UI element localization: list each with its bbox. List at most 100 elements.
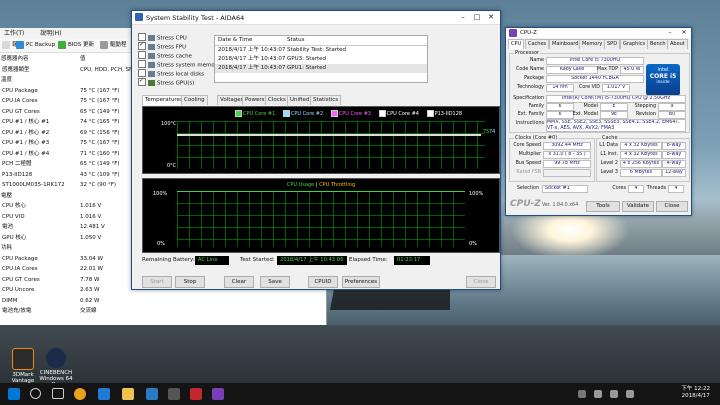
legend-checkbox[interactable] <box>282 110 290 117</box>
start-button[interactable]: Start <box>142 276 172 288</box>
minimize-icon[interactable]: – <box>456 12 470 22</box>
log-datetime: 2018/4/17 上午 10:43:07 <box>218 47 286 53</box>
checkbox-box[interactable] <box>138 33 146 41</box>
windows-start-icon[interactable] <box>8 388 20 400</box>
chrome-icon[interactable] <box>74 388 86 400</box>
search-icon[interactable] <box>30 388 41 399</box>
sensor-name: CPU Package <box>2 255 38 262</box>
legend-checkbox[interactable] <box>426 110 434 117</box>
codename-value: Kaby Lake <box>546 66 598 74</box>
stress-disks-checkbox[interactable]: Stress local disks <box>138 69 204 78</box>
clock[interactable]: 下午 12:22 2018/4/17 <box>681 386 710 400</box>
legend-item[interactable]: CPU Core #2 <box>282 110 324 117</box>
checkbox-box[interactable] <box>138 51 146 59</box>
stress-cache-checkbox[interactable]: Stress cache <box>138 51 192 60</box>
driver-button[interactable]: 驅動程 <box>100 40 127 50</box>
checkbox-box[interactable] <box>138 69 146 77</box>
tab-temperatures[interactable]: Temperatures <box>142 95 186 105</box>
tab-cooling-fans[interactable]: Cooling Fans <box>181 95 208 112</box>
tab-powers[interactable]: Powers <box>242 95 268 105</box>
tab-mainboard[interactable]: Mainboard <box>549 39 582 49</box>
tab-statistics[interactable]: Statistics <box>310 95 342 105</box>
legend-checkbox[interactable] <box>330 110 338 117</box>
table-row[interactable]: 2018/4/17 上午 10:43:07 GPU1: Started <box>215 64 427 73</box>
sensor-name: 功耗 <box>1 245 13 251</box>
save-button[interactable]: Save <box>260 276 290 288</box>
tab-memory[interactable]: Memory <box>579 39 606 49</box>
sensor-value: 74 °C (165 °F) <box>80 119 120 125</box>
task-view-icon[interactable] <box>52 388 64 399</box>
legend-item[interactable]: P13-IID128 <box>426 110 462 117</box>
cpuz-taskbar-icon[interactable] <box>212 388 224 400</box>
graph-grid <box>177 191 465 247</box>
legend-item[interactable]: CPU Core #4 <box>378 110 419 117</box>
preferences-button[interactable]: Preferences <box>342 276 380 288</box>
log-datetime: 2018/4/17 上午 10:43:07 <box>218 56 286 62</box>
close-icon[interactable]: ✕ <box>484 12 498 22</box>
file-explorer-icon[interactable] <box>122 388 134 400</box>
network-icon[interactable] <box>594 390 602 398</box>
maximize-icon[interactable]: □ <box>470 12 484 22</box>
bios-update-button[interactable]: BIOS 更新 <box>58 40 94 50</box>
sensor-name: P13-IID128 <box>2 171 33 178</box>
tab-bench[interactable]: Bench <box>647 39 669 49</box>
cpu-usage-series-line <box>177 191 465 192</box>
tab-about[interactable]: About <box>667 39 688 49</box>
checkbox-box[interactable] <box>138 77 146 86</box>
ratedfsb-label: Rated FSB <box>516 170 541 175</box>
sensor-row[interactable]: DIMM 0.62 W <box>0 297 326 305</box>
volume-icon[interactable] <box>610 390 618 398</box>
sensor-value: 2.63 W <box>80 287 100 293</box>
instructions-label: Instructions <box>515 121 544 126</box>
desktop-icon-cinebench[interactable]: CINEBENCH Windows 64 B... <box>36 348 76 383</box>
minimize-icon[interactable]: – <box>663 28 677 38</box>
log-table[interactable]: Date & Time Status 2018/4/17 上午 10:43:07… <box>214 35 428 83</box>
menu-help[interactable]: 說明(H) <box>40 30 61 37</box>
tab-graphics[interactable]: Graphics <box>620 39 649 49</box>
tab-clocks[interactable]: Clocks <box>265 95 289 105</box>
stress-cpu-checkbox[interactable]: Stress CPU <box>138 33 187 42</box>
legend-checkbox[interactable] <box>378 110 386 117</box>
menu-tools[interactable]: 工作(T) <box>4 30 24 37</box>
validate-button[interactable]: Validate <box>622 201 654 212</box>
logo-inside: inside <box>656 80 670 85</box>
pc-backup-button[interactable]: PC Backup <box>16 40 55 50</box>
cpuz-window: CPU-Z – ✕ CPU Caches Mainboard Memory SP… <box>505 27 692 216</box>
legend-item[interactable]: CPU Core #1 <box>235 110 275 117</box>
close-button[interactable]: Close <box>466 276 496 288</box>
stress-fpu-checkbox[interactable]: Stress FPU <box>138 41 186 51</box>
tab-caches[interactable]: Caches <box>525 39 550 49</box>
socket-select[interactable]: Socket #1 <box>542 185 588 193</box>
y-axis-top-right: 100% <box>469 191 484 197</box>
checkbox-box[interactable] <box>138 60 146 68</box>
table-row[interactable]: 2018/4/17 上午 10:43:07 Stability Test: St… <box>215 46 427 55</box>
package-value: Socket 1440 FCBGA <box>546 75 644 83</box>
tab-cpu[interactable]: CPU <box>508 39 525 49</box>
clear-button[interactable]: Clear <box>224 276 254 288</box>
app-icon[interactable] <box>168 388 180 400</box>
log-datetime: 2018/4/17 上午 10:43:07 <box>218 65 286 71</box>
stress-memory-checkbox[interactable]: Stress system memory <box>138 60 220 69</box>
stress-gpu-checkbox[interactable]: Stress GPU(s) <box>138 77 194 87</box>
cpuid-button[interactable]: CPUID <box>308 276 338 288</box>
sensor-row[interactable]: 電池充/放電 交流線 <box>0 307 326 315</box>
cinebench-icon <box>46 348 66 368</box>
close-icon[interactable]: ✕ <box>677 28 691 38</box>
title-cpu-throttling: CPU Throttling <box>319 182 356 188</box>
tools-button[interactable]: Tools <box>586 201 620 212</box>
edge-icon[interactable] <box>98 388 110 400</box>
legend-checkbox[interactable] <box>235 110 242 117</box>
aida64-stability-window: System Stability Test - AIDA64 – □ ✕ Str… <box>131 10 501 290</box>
checkbox-box[interactable] <box>138 41 146 50</box>
store-icon[interactable] <box>146 388 158 400</box>
close-button[interactable]: Close <box>656 201 688 212</box>
stop-button[interactable]: Stop <box>175 276 205 288</box>
legend-label: CPU Core #2 <box>290 111 324 117</box>
tray-chevron-icon[interactable] <box>578 390 586 398</box>
legend-item[interactable]: CPU Core #3 <box>330 110 371 117</box>
tab-spd[interactable]: SPD <box>604 39 621 49</box>
battery-icon[interactable] <box>626 390 634 398</box>
tab-unified[interactable]: Unified <box>287 95 313 105</box>
aida64-taskbar-icon[interactable] <box>190 388 202 400</box>
table-row[interactable]: 2018/4/17 上午 10:43:07 GPU3: Started <box>215 55 427 64</box>
